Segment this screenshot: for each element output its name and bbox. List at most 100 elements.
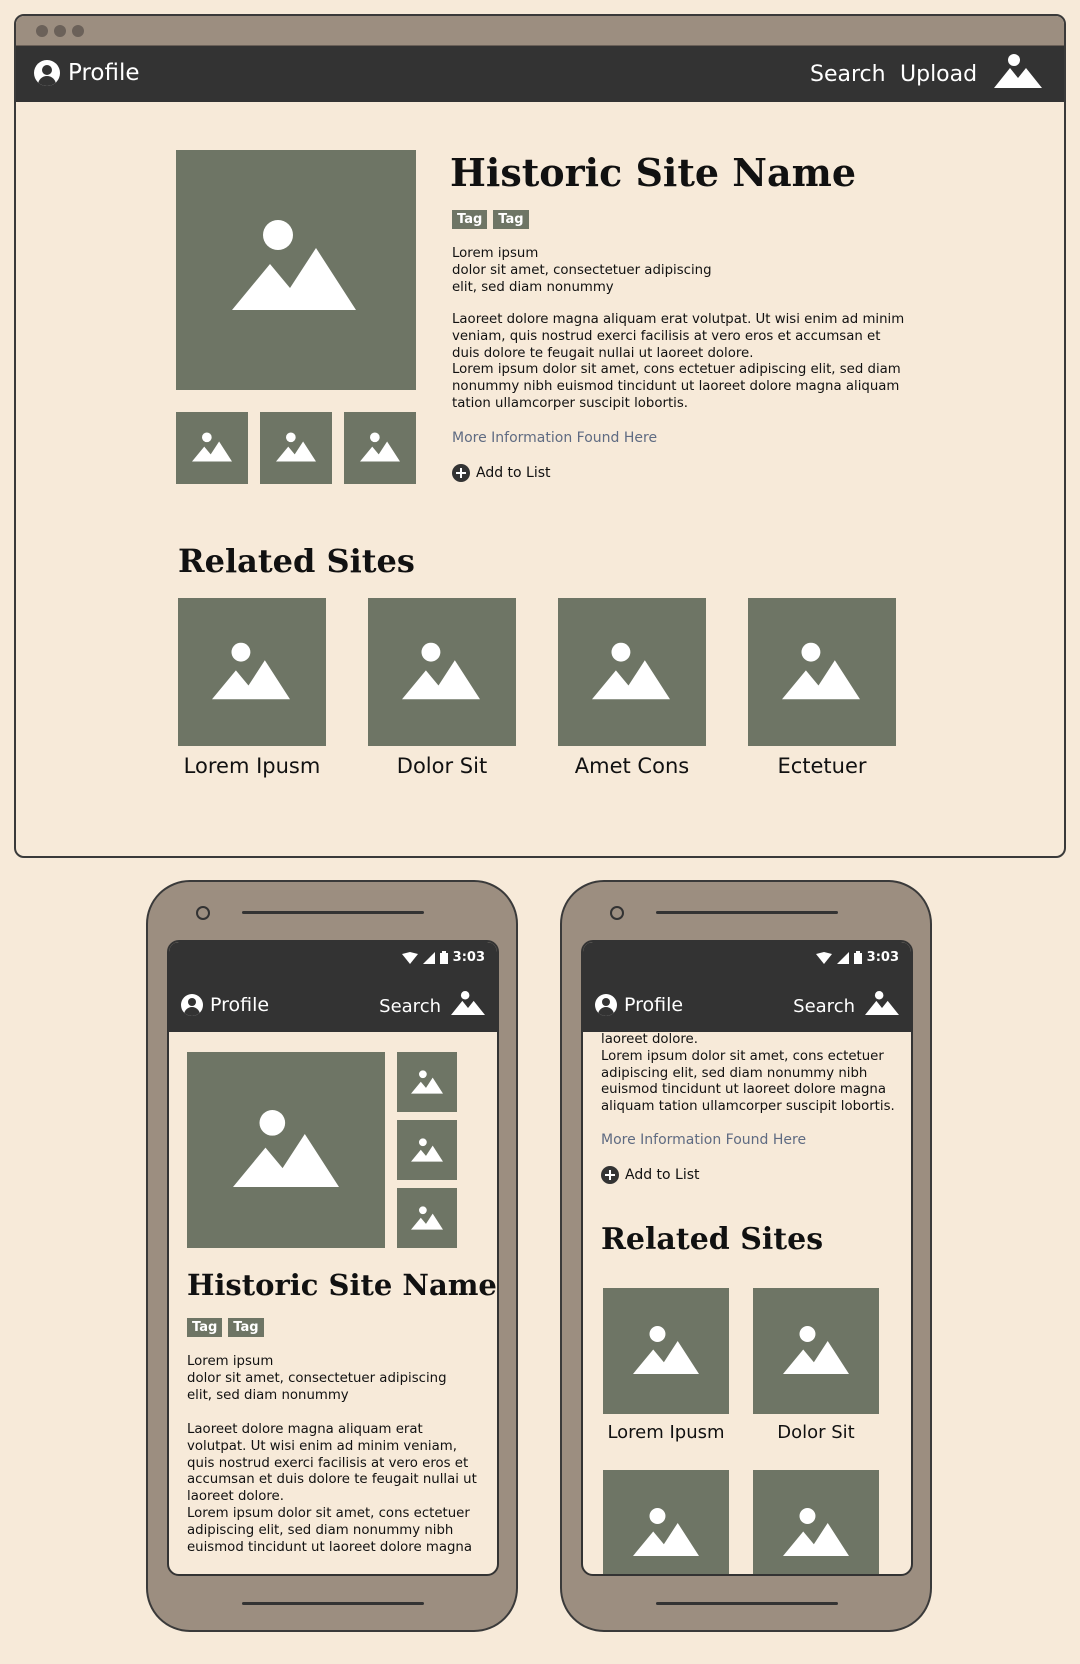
image-icon (592, 642, 670, 700)
home-indicator (656, 1602, 838, 1605)
site-title: Historic Site Name (187, 1268, 497, 1302)
status-bar: 3:03 (815, 950, 899, 965)
mountain-logo-icon[interactable] (994, 54, 1042, 88)
site-title: Historic Site Name (450, 150, 857, 195)
status-time: 3:03 (452, 950, 485, 965)
text-line: adipiscing elit, sed diam nonummy nibh (601, 1065, 868, 1081)
related-site-label[interactable]: Dolor Sit (368, 754, 516, 778)
text-line: Lorem ipsum dolor sit amet, cons ectetue… (187, 1505, 470, 1521)
signal-icon (422, 951, 435, 964)
text-line: euismod tincidunt ut laoreet dolore magn… (601, 1082, 886, 1098)
user-icon (181, 994, 203, 1016)
related-site-label[interactable]: Lorem Ipusm (178, 754, 326, 778)
thumbnail-image[interactable] (260, 412, 332, 484)
status-bar: 3:03 (401, 950, 485, 965)
related-site-card[interactable] (558, 598, 706, 746)
text-line: accumsan et duis dolore te feugait nulla… (187, 1472, 477, 1488)
thumbnail-image[interactable] (397, 1052, 457, 1112)
site-description: laoreet dolore. Lorem ipsum dolor sit am… (601, 1032, 901, 1116)
related-site-label[interactable]: Amet Cons (558, 754, 706, 778)
related-sites-title: Related Sites (178, 542, 415, 580)
window-dot-icon[interactable] (54, 25, 66, 37)
thumbnail-image[interactable] (344, 412, 416, 484)
home-indicator (242, 1602, 424, 1605)
image-icon (411, 1206, 443, 1230)
related-site-card[interactable] (753, 1470, 879, 1574)
search-link[interactable]: Search (793, 996, 855, 1017)
status-time: 3:03 (866, 950, 899, 965)
image-icon (411, 1070, 443, 1094)
tag-list: Tag Tag (452, 210, 535, 229)
image-icon (212, 642, 290, 700)
main-image-placeholder (176, 150, 416, 390)
phone-screen: 3:03 Profile Search Historic Site Name T… (167, 940, 499, 1576)
profile-link[interactable]: Profile (595, 994, 683, 1016)
text-line: laoreet dolore. (187, 1489, 284, 1505)
add-to-list-button[interactable]: Add to List (601, 1166, 700, 1184)
add-to-list-label: Add to List (476, 465, 551, 481)
speaker-slot (242, 911, 424, 914)
plus-circle-icon (452, 464, 470, 482)
profile-label: Profile (624, 994, 684, 1016)
image-icon (402, 642, 480, 700)
mobile-phone-left: 3:03 Profile Search Historic Site Name T… (146, 880, 518, 1632)
profile-link[interactable]: Profile (181, 994, 269, 1016)
site-description: Laoreet dolore magna aliquam erat volutp… (452, 312, 932, 413)
text-line: veniam, quis nostrud exerci facilisis at… (452, 328, 881, 344)
image-icon (360, 432, 400, 462)
window-dot-icon[interactable] (36, 25, 48, 37)
text-line: elit, sed diam nonummy (187, 1387, 349, 1403)
site-description: Laoreet dolore magna aliquam erat volutp… (187, 1422, 487, 1556)
related-site-card[interactable] (603, 1288, 729, 1414)
tag-badge[interactable]: Tag (452, 210, 488, 229)
text-line: tation ullamcorper suscipit lobortis. (452, 395, 689, 411)
desktop-browser-window: Profile Search Upload Historic Site Name… (14, 14, 1066, 858)
text-line: Laoreet dolore magna aliquam erat volutp… (452, 312, 905, 327)
window-dot-icon[interactable] (72, 25, 84, 37)
image-icon (783, 1508, 849, 1556)
phone-content: laoreet dolore. Lorem ipsum dolor sit am… (583, 1032, 911, 1574)
profile-link[interactable]: Profile (34, 60, 140, 86)
related-site-card[interactable] (178, 598, 326, 746)
mobile-phone-right: 3:03 Profile Search laoreet dolore. Lore… (560, 880, 932, 1632)
related-site-label[interactable]: Dolor Sit (753, 1422, 879, 1443)
wifi-icon (815, 951, 832, 964)
text-line: laoreet dolore. (601, 1032, 698, 1047)
text-line: elit, sed diam nonummy (452, 279, 614, 295)
mountain-logo-icon[interactable] (865, 990, 899, 1016)
tag-list: Tag Tag (187, 1318, 270, 1337)
upload-link[interactable]: Upload (900, 62, 977, 87)
tag-badge[interactable]: Tag (493, 210, 529, 229)
search-link[interactable]: Search (379, 996, 441, 1017)
text-line: duis dolore te feugait nullai ut laoreet… (452, 345, 754, 361)
text-line: euismod tincidunt ut laoreet dolore magn… (187, 1539, 472, 1555)
more-info-link[interactable]: More Information Found Here (601, 1132, 806, 1148)
tag-badge[interactable]: Tag (187, 1318, 223, 1337)
plus-circle-icon (601, 1166, 619, 1184)
profile-label: Profile (210, 994, 270, 1016)
search-link[interactable]: Search (810, 62, 886, 87)
site-intro: Lorem ipsum dolor sit amet, consectetuer… (187, 1354, 487, 1404)
add-to-list-button[interactable]: Add to List (452, 464, 551, 482)
more-info-link[interactable]: More Information Found Here (452, 430, 657, 446)
tag-badge[interactable]: Tag (228, 1318, 264, 1337)
related-site-card[interactable] (748, 598, 896, 746)
related-site-card[interactable] (753, 1288, 879, 1414)
related-site-card[interactable] (603, 1470, 729, 1574)
related-site-label[interactable]: Lorem Ipusm (603, 1422, 729, 1443)
user-icon (34, 60, 60, 86)
related-site-label[interactable]: Ectetuer (748, 754, 896, 778)
battery-icon (439, 951, 448, 964)
phone-screen: 3:03 Profile Search laoreet dolore. Lore… (581, 940, 913, 1576)
battery-icon (853, 951, 862, 964)
related-sites-title: Related Sites (601, 1222, 824, 1257)
thumbnail-image[interactable] (176, 412, 248, 484)
related-site-card[interactable] (368, 598, 516, 746)
text-line: Lorem ipsum dolor sit amet, cons ectetue… (601, 1048, 884, 1064)
desktop-navbar: Profile Search Upload (16, 46, 1064, 102)
thumbnail-image[interactable] (397, 1188, 457, 1248)
text-line: quis nostrud exerci facilisis at vero er… (187, 1455, 469, 1471)
mountain-logo-icon[interactable] (451, 990, 485, 1016)
thumbnail-image[interactable] (397, 1120, 457, 1180)
text-line: aliquam tation ullamcorper suscipit lobo… (601, 1099, 895, 1115)
